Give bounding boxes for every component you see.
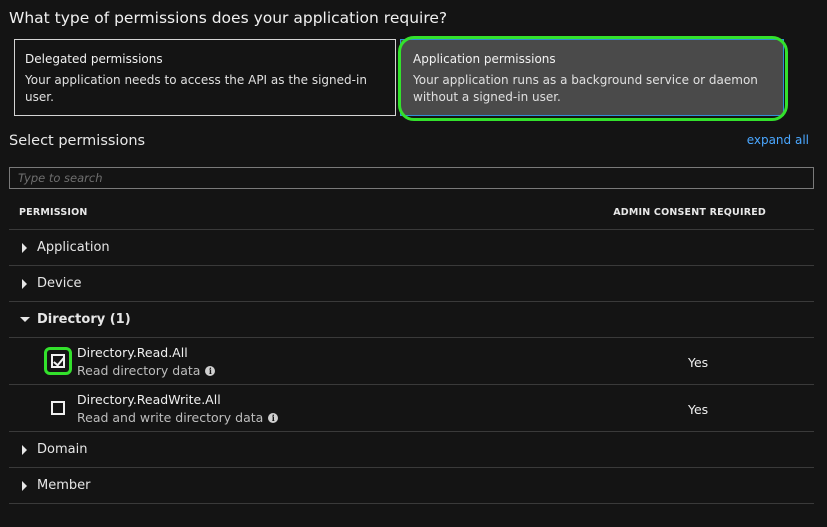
- permission-search-input[interactable]: [9, 167, 814, 189]
- admin-consent-value: Yes: [688, 402, 709, 417]
- info-icon[interactable]: i: [268, 412, 279, 423]
- group-row-domain[interactable]: Domain: [9, 432, 814, 468]
- delegated-permissions-title: Delegated permissions: [25, 52, 163, 66]
- admin-consent-column-header: ADMIN CONSENT REQUIRED: [613, 207, 766, 218]
- group-row-directory[interactable]: Directory (1): [9, 302, 814, 338]
- caret-right-icon: [20, 278, 32, 290]
- info-icon[interactable]: i: [205, 365, 216, 376]
- permission-description: Read and write directory data i: [77, 410, 279, 425]
- permission-row-directory-readwrite-all: Directory.ReadWrite.All Read and write d…: [9, 385, 814, 432]
- permission-row-directory-read-all: Directory.Read.All Read directory data i…: [9, 338, 814, 385]
- caret-right-icon: [20, 444, 32, 456]
- delegated-permissions-card[interactable]: Delegated permissions Your application n…: [14, 39, 396, 116]
- group-row-application[interactable]: Application: [9, 230, 814, 266]
- directory-read-all-checkbox[interactable]: [51, 354, 65, 368]
- admin-consent-value: Yes: [688, 355, 709, 370]
- permission-column-header: PERMISSION: [19, 207, 88, 218]
- group-label: Application: [37, 240, 110, 255]
- application-permissions-title: Application permissions: [413, 52, 556, 66]
- directory-readwrite-all-checkbox[interactable]: [51, 401, 65, 415]
- select-permissions-heading: Select permissions: [9, 133, 146, 149]
- permission-description: Read directory data i: [77, 363, 216, 378]
- caret-down-icon: [20, 314, 32, 326]
- group-row-member[interactable]: Member: [9, 468, 814, 504]
- group-row-device[interactable]: Device: [9, 266, 814, 302]
- group-label: Device: [37, 276, 82, 291]
- group-label: Directory (1): [37, 312, 131, 327]
- group-label: Member: [37, 478, 91, 493]
- permissions-table: PERMISSION ADMIN CONSENT REQUIRED Applic…: [9, 196, 814, 504]
- permission-description-text: Read directory data: [77, 363, 201, 378]
- permission-type-question: What type of permissions does your appli…: [9, 9, 448, 27]
- application-permissions-card[interactable]: Application permissions Your application…: [400, 39, 784, 116]
- caret-right-icon: [20, 480, 32, 492]
- permission-name: Directory.ReadWrite.All: [77, 392, 221, 407]
- delegated-permissions-description: Your application needs to access the API…: [25, 73, 367, 104]
- expand-all-link[interactable]: expand all: [747, 133, 809, 147]
- permission-name: Directory.Read.All: [77, 345, 188, 360]
- application-permissions-description: Your application runs as a background se…: [413, 73, 758, 104]
- group-label: Domain: [37, 442, 88, 457]
- table-header: PERMISSION ADMIN CONSENT REQUIRED: [9, 196, 814, 230]
- permission-description-text: Read and write directory data: [77, 410, 264, 425]
- caret-right-icon: [20, 242, 32, 254]
